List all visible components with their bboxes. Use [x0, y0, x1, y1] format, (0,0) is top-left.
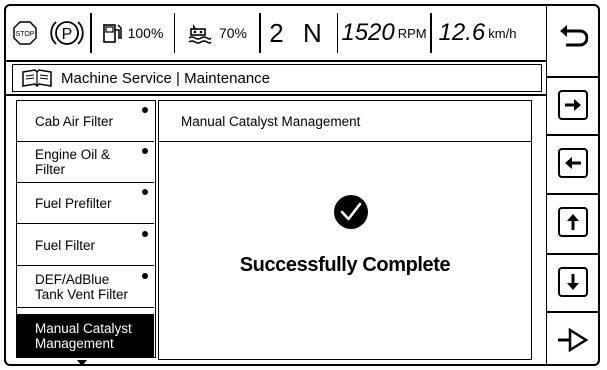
maintenance-menu: Cab Air Filter Engine Oil & Filter Fuel … — [16, 100, 156, 358]
status-message: Successfully Complete — [239, 254, 451, 276]
service-due-indicator — [142, 107, 148, 113]
menu-item-label: Engine Oil & Filter — [35, 147, 111, 177]
status-bar: STOP P 100% 70% 2 N 1520 RPM 12.6 km/h — [6, 6, 546, 60]
menu-item-fuel-prefilter[interactable]: Fuel Prefilter — [17, 183, 154, 224]
right-button[interactable] — [547, 76, 599, 134]
enter-button[interactable] — [547, 311, 599, 369]
service-due-indicator — [142, 189, 148, 195]
ground-speed-unit: km/h — [488, 25, 517, 41]
menu-item-label: Cab Air Filter — [35, 113, 114, 129]
menu-item-engine-oil-filter[interactable]: Engine Oil & Filter — [17, 142, 154, 183]
checkmark-circle-icon — [334, 195, 368, 229]
left-button[interactable] — [547, 134, 599, 192]
service-due-indicator — [142, 231, 148, 237]
status-panel: Successfully Complete — [158, 142, 532, 360]
down-button[interactable] — [547, 253, 599, 311]
menu-item-manual-catalyst-management[interactable]: Manual Catalyst Management — [17, 314, 154, 357]
service-due-indicator — [142, 148, 148, 154]
ground-speed-status: 12.6 km/h — [432, 6, 524, 60]
panel-title-bar: Manual Catalyst Management — [158, 100, 532, 142]
stop-icon: STOP — [6, 6, 44, 60]
menu-item-def-tank-vent-filter[interactable]: DEF/AdBlue Tank Vent Filter — [17, 267, 154, 308]
page-title: Machine Service | Maintenance — [61, 69, 271, 87]
scroll-down-indicator — [77, 360, 87, 366]
engine-speed-value: 1520 — [341, 19, 395, 46]
def-fluid-icon — [188, 24, 212, 44]
up-arrow-icon — [567, 214, 579, 230]
down-arrow-icon — [567, 274, 579, 290]
fuel-level-value: 100% — [127, 25, 164, 41]
header-divider — [6, 94, 546, 96]
menu-item-label: Fuel Filter — [35, 237, 96, 253]
left-arrow-icon — [565, 157, 581, 169]
manual-book-icon — [22, 69, 52, 88]
def-level-value: 70% — [218, 25, 248, 41]
fuel-pump-icon — [102, 24, 122, 43]
page-title-bar: Machine Service | Maintenance — [12, 64, 542, 92]
menu-item-fuel-filter[interactable]: Fuel Filter — [17, 225, 154, 266]
nav-button-column — [546, 6, 599, 364]
svg-text:STOP: STOP — [16, 31, 35, 38]
menu-item-label: Manual Catalyst Management — [35, 320, 132, 351]
right-arrow-icon — [565, 99, 581, 111]
back-button[interactable] — [547, 6, 599, 64]
header-divider — [6, 60, 546, 62]
ground-speed-value: 12.6 — [438, 19, 486, 46]
svg-text:P: P — [62, 26, 73, 43]
engine-speed-unit: RPM — [397, 25, 427, 41]
gear-status: 2 N — [261, 6, 337, 60]
menu-item-cab-air-filter[interactable]: Cab Air Filter — [17, 101, 154, 142]
park-brake-icon: P — [44, 6, 90, 60]
def-status: 70% — [175, 6, 259, 60]
back-icon — [560, 25, 588, 47]
service-due-indicator — [142, 273, 148, 279]
panel-title: Manual Catalyst Management — [181, 113, 361, 129]
fuel-status: 100% — [92, 6, 174, 60]
menu-item-label: DEF/AdBlue Tank Vent Filter — [35, 272, 129, 302]
menu-item-label: Fuel Prefilter — [35, 195, 112, 211]
up-button[interactable] — [547, 193, 599, 251]
enter-icon — [558, 327, 589, 353]
gear-value: 2 N — [269, 17, 328, 48]
engine-speed-status: 1520 RPM — [338, 6, 430, 60]
